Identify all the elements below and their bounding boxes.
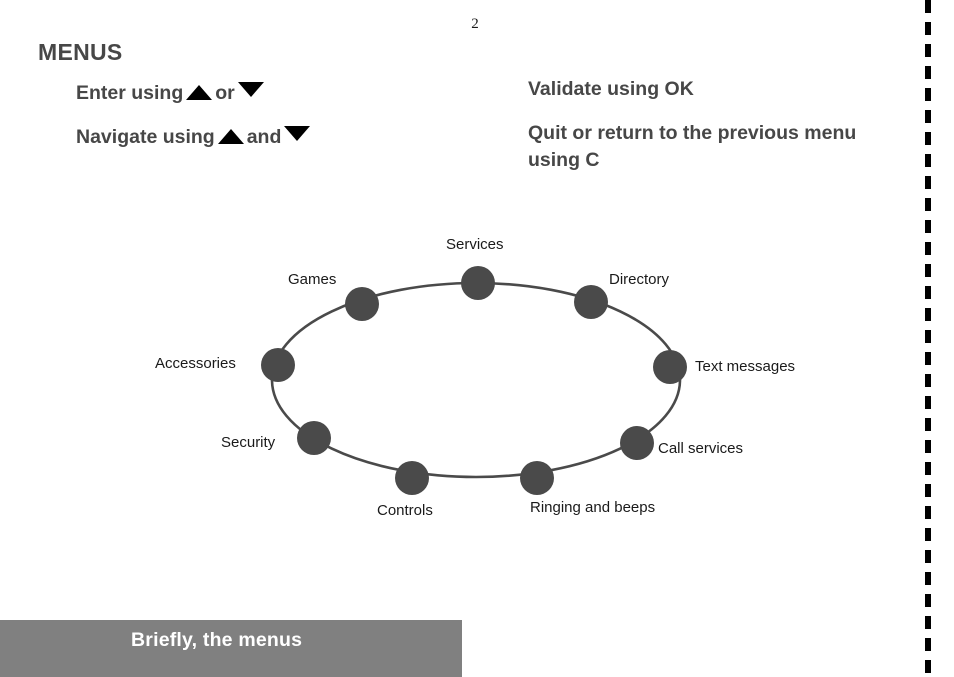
menu-node-label: Ringing and beeps [530, 499, 656, 516]
instruction-enter-label: Enter using [76, 82, 184, 104]
menu-node[interactable] [395, 461, 429, 495]
menu-node-label: Security [221, 434, 276, 451]
page-title: MENUS [38, 39, 123, 65]
menu-node[interactable] [297, 421, 331, 455]
menu-node-label: Games [288, 271, 337, 288]
instruction-enter-using: Enter using or [76, 82, 516, 104]
menu-ring-path [270, 281, 682, 479]
menu-node[interactable] [520, 461, 554, 495]
triangle-down-icon [237, 82, 264, 97]
menu-node[interactable] [653, 350, 687, 384]
page-number: 2 [471, 16, 479, 32]
instruction-navigate-conjunction: and [246, 125, 282, 148]
instructions-right-column: Validate using OK Quit or return to the … [528, 76, 908, 195]
menu-node-label: Accessories [155, 355, 236, 372]
footer-title: Briefly, the menus [131, 629, 303, 651]
menu-node-label: Controls [377, 502, 433, 519]
triangle-down-icon [284, 125, 311, 141]
instruction-quit: Quit or return to the previous menu usin… [528, 122, 857, 171]
menu-node[interactable] [574, 285, 608, 319]
instruction-validate: Validate using OK [528, 78, 694, 100]
menu-node[interactable] [461, 266, 495, 300]
menu-node-label: Call services [658, 440, 744, 457]
instructions-left-column: Enter using or Navigate using and [76, 82, 516, 169]
vertical-dashed-rule-icon [925, 0, 931, 677]
instruction-enter-conjunction: or [215, 82, 235, 104]
instruction-navigate-label: Navigate using [76, 125, 215, 148]
menu-node[interactable] [345, 287, 379, 321]
menu-node-label: Directory [609, 271, 670, 288]
menu-node[interactable] [261, 348, 295, 382]
menu-node-group [261, 266, 687, 495]
menu-node[interactable] [620, 426, 654, 460]
slide-canvas: 2 MENUS Enter using or Navigate using and … [0, 0, 954, 677]
triangle-up-icon [217, 128, 244, 144]
menu-node-label: Services [446, 236, 504, 253]
triangle-up-icon [186, 85, 213, 100]
instruction-navigate-using: Navigate using and [76, 125, 516, 148]
menu-node-label: Text messages [695, 358, 796, 375]
